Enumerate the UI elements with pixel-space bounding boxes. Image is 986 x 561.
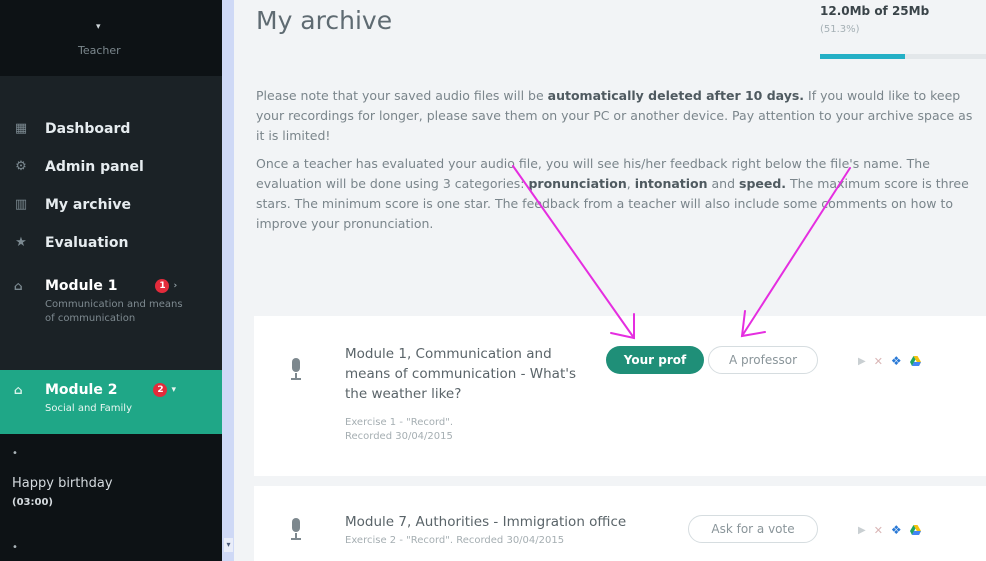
star-icon: ★: [15, 235, 27, 250]
graduation-cap-icon: ⌂: [14, 279, 23, 293]
recording-title[interactable]: Module 1, Communication and means of com…: [345, 344, 595, 404]
book-icon: ▥: [14, 197, 28, 212]
module-subtitle: Communication and means of communication: [45, 299, 183, 324]
lesson-link[interactable]: Happy birthday: [12, 476, 113, 491]
microphone-icon: [290, 518, 302, 542]
google-drive-icon[interactable]: [909, 356, 921, 366]
module-title: Module 2: [45, 382, 118, 398]
page-title: My archive: [256, 6, 393, 35]
recording-card: Module 1, Communication and means of com…: [254, 316, 986, 476]
user-profile: ▾ Teacher: [0, 0, 222, 76]
play-icon[interactable]: ▶: [858, 525, 866, 536]
sidebar-item-module-1[interactable]: ⌂ Module 1 1 › Communication and means o…: [0, 270, 222, 366]
sidebar: ▾ Teacher ▦ Dashboard ⚙ Admin panel ▥ My…: [0, 0, 222, 561]
main-content: My archive 12.0Mb of 25Mb (51.3%) Please…: [234, 0, 986, 561]
microphone-icon: [290, 358, 302, 382]
dropbox-icon[interactable]: ❖: [891, 354, 902, 368]
sidebar-item-my-archive[interactable]: ▥ My archive: [0, 186, 222, 224]
chevron-right-icon[interactable]: ›: [173, 281, 177, 291]
your-prof-button[interactable]: Your prof: [606, 346, 704, 374]
sidebar-item-label: Dashboard: [45, 121, 131, 137]
sidebar-scrollbar[interactable]: [222, 0, 234, 561]
recording-meta: Exercise 2 - "Record". Recorded 30/04/20…: [345, 535, 565, 546]
lesson-duration: (03:00): [12, 497, 53, 508]
sidebar-item-label: Admin panel: [45, 159, 144, 175]
bullet-icon: •: [12, 448, 18, 459]
profile-caret-icon[interactable]: ▾: [96, 22, 101, 32]
sidebar-item-label: My archive: [45, 197, 131, 213]
archive-info: Please note that your saved audio files …: [256, 86, 976, 242]
bullet-icon: •: [12, 542, 18, 553]
module-subtitle: Social and Family: [45, 403, 132, 414]
professor-button[interactable]: A professor: [708, 346, 818, 374]
module-lessons: • Happy birthday (03:00) •: [0, 434, 222, 561]
recording-meta: Exercise 1 - "Record". Recorded 30/04/20…: [345, 417, 454, 442]
play-icon[interactable]: ▶: [858, 356, 866, 367]
user-role: Teacher: [78, 44, 121, 57]
recording-title[interactable]: Module 7, Authorities - Immigration offi…: [345, 512, 685, 532]
sidebar-item-evaluation[interactable]: ★ Evaluation: [0, 224, 222, 262]
retention-notice: Please note that your saved audio files …: [256, 88, 973, 143]
graduation-cap-icon: ⌂: [14, 383, 23, 397]
sidebar-nav: ▦ Dashboard ⚙ Admin panel ▥ My archive ★…: [0, 110, 222, 262]
dropbox-icon[interactable]: ❖: [891, 523, 902, 537]
ask-for-vote-button[interactable]: Ask for a vote: [688, 515, 818, 543]
grid-icon: ▦: [14, 121, 28, 136]
sidebar-item-label: Evaluation: [45, 235, 129, 251]
storage-percent: (51.3%): [820, 24, 860, 35]
notification-badge: 2: [153, 383, 168, 397]
recording-actions: ▶ ✕ ❖: [858, 523, 921, 537]
sidebar-item-module-2[interactable]: ⌂ Module 2 2 ▾ Social and Family: [0, 370, 222, 434]
delete-icon[interactable]: ✕: [874, 355, 883, 368]
scroll-down-icon[interactable]: ▾: [224, 538, 233, 552]
notification-badge: 1: [155, 279, 170, 293]
storage-progress-bar: [820, 54, 986, 59]
chevron-down-icon[interactable]: ▾: [171, 385, 176, 395]
gear-icon: ⚙: [15, 159, 27, 174]
module-title: Module 1: [45, 278, 118, 294]
recording-card: Module 7, Authorities - Immigration offi…: [254, 486, 986, 561]
google-drive-icon[interactable]: [909, 525, 921, 535]
sidebar-item-dashboard[interactable]: ▦ Dashboard: [0, 110, 222, 148]
delete-icon[interactable]: ✕: [874, 524, 883, 537]
recording-actions: ▶ ✕ ❖: [858, 354, 921, 368]
evaluation-notice: Once a teacher has evaluated your audio …: [256, 156, 969, 231]
sidebar-item-admin-panel[interactable]: ⚙ Admin panel: [0, 148, 222, 186]
storage-quota: 12.0Mb of 25Mb: [820, 4, 930, 18]
storage-progress-fill: [820, 54, 906, 59]
